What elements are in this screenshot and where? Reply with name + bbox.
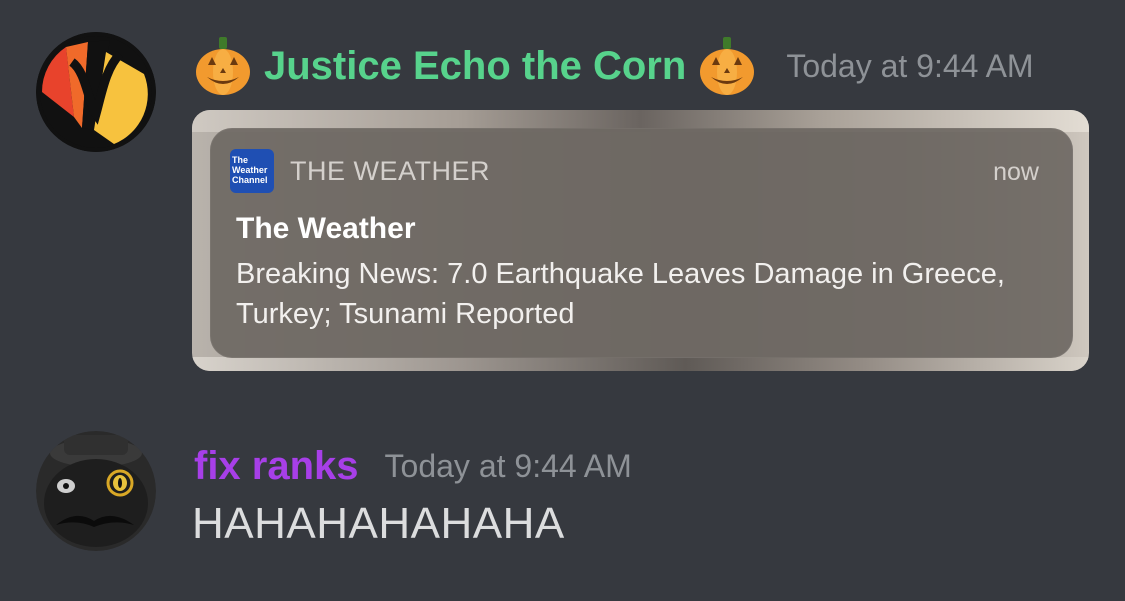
username[interactable]: Justice Echo the Corn xyxy=(264,44,686,89)
message-content: HAHAHAHAHAHA xyxy=(192,499,565,548)
username[interactable]: fix ranks xyxy=(194,444,359,489)
user-avatar[interactable] xyxy=(36,431,156,551)
cat-with-monocle-icon xyxy=(36,431,156,551)
notification-time: now xyxy=(993,158,1039,186)
user-avatar[interactable] xyxy=(36,32,156,152)
screenshot-background xyxy=(192,357,1089,371)
weather-channel-app-icon: The Weather Channel xyxy=(230,149,274,193)
message-timestamp: Today at 9:44 AM xyxy=(384,447,632,484)
message-timestamp: Today at 9:44 AM xyxy=(786,47,1034,84)
message-header: fix ranks Today at 9:44 AM xyxy=(194,440,632,492)
push-notification: The Weather Channel THE WEATHER now The … xyxy=(210,128,1073,358)
notification-body: Breaking News: 7.0 Earthquake Leaves Dam… xyxy=(236,258,1005,330)
chat-log: Justice Echo the Corn Today at 9:44 AM T… xyxy=(0,0,1125,601)
message-header: Justice Echo the Corn Today at 9:44 AM xyxy=(194,34,1034,98)
stylized-v-logo-icon xyxy=(36,32,156,152)
notification-title: The Weather xyxy=(236,212,416,245)
jack-o-lantern-icon xyxy=(194,35,252,97)
image-attachment[interactable]: The Weather Channel THE WEATHER now The … xyxy=(192,110,1089,371)
notification-app-name: THE WEATHER xyxy=(290,156,490,186)
message: Justice Echo the Corn Today at 9:44 AM T… xyxy=(0,0,1125,400)
jack-o-lantern-icon xyxy=(698,35,756,97)
message: fix ranks Today at 9:44 AM HAHAHAHAHAHA xyxy=(0,400,1125,601)
